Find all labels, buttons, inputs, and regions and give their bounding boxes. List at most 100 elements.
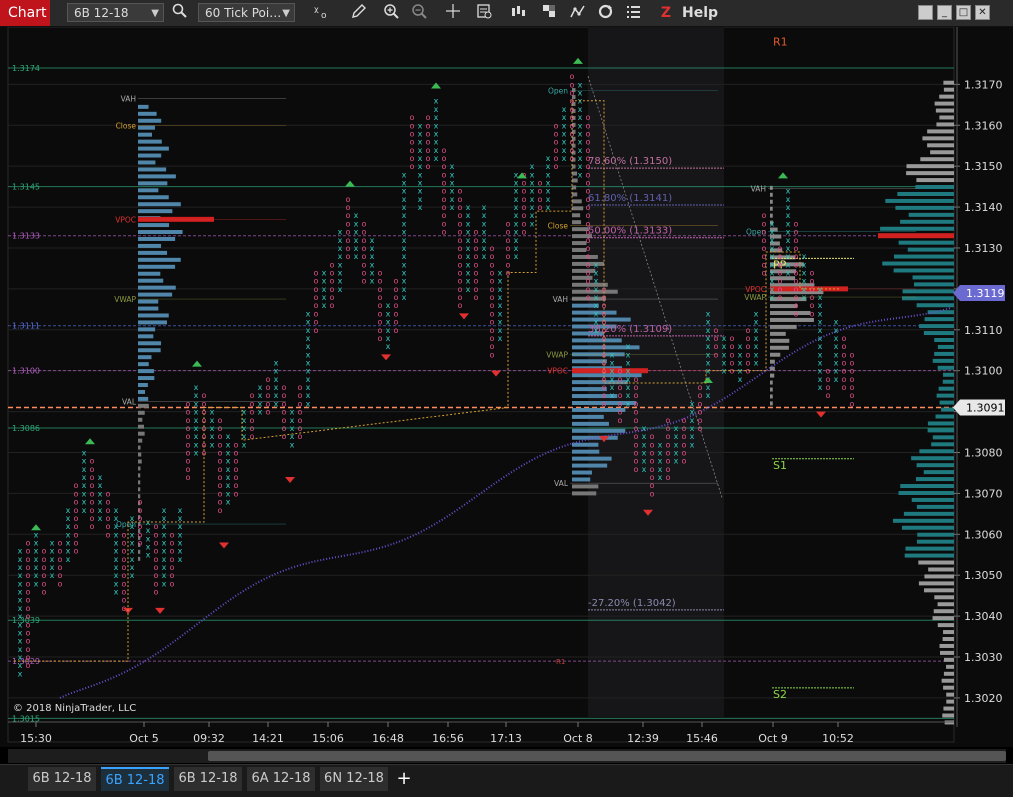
time-tick-label: Oct 8 — [563, 732, 593, 745]
pnf-o-box: o — [618, 408, 623, 417]
chart-scrollbar[interactable] — [8, 749, 1006, 763]
pnf-o-box: o — [250, 408, 255, 417]
composite-profile-bar — [946, 699, 954, 704]
pnf-x-box: x — [386, 334, 391, 343]
pnf-o-box: o — [586, 129, 591, 138]
pnf-x-box: x — [434, 154, 439, 163]
pencil-icon[interactable] — [349, 3, 369, 23]
pnf-x-box: x — [178, 555, 183, 564]
pnf-x-box: x — [402, 285, 407, 294]
pnf-o-box: o — [90, 481, 95, 490]
add-tab-button[interactable]: + — [393, 767, 415, 791]
pnf-o-box: o — [650, 448, 655, 457]
composite-profile-bar — [943, 80, 954, 85]
pnf-x-box: x — [82, 506, 87, 515]
pnf-x-box: x — [50, 571, 55, 580]
pnf-o-box: o — [394, 326, 399, 335]
profile-bar — [138, 417, 143, 422]
list-icon[interactable] — [623, 3, 643, 23]
pnf-o-box: o — [458, 244, 463, 253]
window-icon[interactable] — [918, 5, 933, 20]
pnf-x-box: x — [354, 252, 359, 261]
maximize-icon[interactable]: □ — [956, 5, 971, 20]
pnf-o-box: o — [74, 506, 79, 515]
indicator-icon[interactable] — [567, 3, 587, 23]
fib-label: 78.60% (1.3150) — [588, 156, 672, 167]
pnf-o-box: o — [234, 448, 239, 457]
pnf-x-box: x — [802, 252, 807, 261]
instrument-selector[interactable]: 6B 12-18 ▼ — [67, 3, 164, 22]
pnf-o-box: o — [522, 203, 527, 212]
tab-6n[interactable]: 6N 12-18 — [320, 767, 388, 791]
pnf-o-box: o — [810, 293, 815, 302]
profile-label: Open — [548, 86, 568, 95]
profile-label: Close — [548, 221, 569, 230]
composite-profile-bar — [935, 414, 954, 419]
pnf-x-box: x — [546, 187, 551, 196]
profile-bar — [138, 160, 156, 165]
pnf-o-box: o — [586, 146, 591, 155]
pnf-o-box: o — [186, 408, 191, 417]
pnf-x-box: x — [818, 375, 823, 384]
zoom-in-icon[interactable] — [381, 3, 401, 23]
pnf-o-box: o — [186, 457, 191, 466]
pnf-x-box: x — [642, 424, 647, 433]
pnf-o-box: o — [474, 228, 479, 237]
minimize-icon[interactable]: _ — [937, 5, 952, 20]
pnf-o-box: o — [490, 285, 495, 294]
bars-x-icon[interactable]: ᵡo — [312, 3, 332, 23]
pnf-x-box: x — [466, 236, 471, 245]
scrollbar-thumb[interactable] — [208, 751, 1006, 761]
magnifier-icon[interactable] — [170, 3, 190, 23]
pnf-x-box: x — [402, 170, 407, 179]
pnf-x-box: x — [322, 277, 327, 286]
pnf-x-box: x — [690, 416, 695, 425]
pnf-x-box: x — [434, 146, 439, 155]
pnf-o-box: o — [682, 457, 687, 466]
tab-6b-3[interactable]: 6B 12-18 — [174, 767, 242, 791]
pnf-o-box: o — [218, 489, 223, 498]
profile-label: VPOC — [547, 367, 568, 376]
help-menu[interactable]: Help — [682, 3, 718, 23]
pnf-o-box: o — [186, 432, 191, 441]
pnf-x-box: x — [162, 522, 167, 531]
pnf-o-box: o — [314, 269, 319, 278]
data-box-icon[interactable] — [474, 3, 494, 23]
tab-6a[interactable]: 6A 12-18 — [247, 767, 315, 791]
strategy-icon[interactable] — [539, 3, 559, 23]
instrument-tabs: 6B 12-18 6B 12-18 6B 12-18 6A 12-18 6N 1… — [0, 764, 1013, 797]
refresh-icon[interactable] — [595, 3, 615, 23]
pnf-o-box: o — [170, 579, 175, 588]
composite-profile-bar — [900, 484, 954, 489]
pnf-o-box: o — [650, 465, 655, 474]
crosshair-icon[interactable] — [443, 3, 463, 23]
pnf-x-box: x — [18, 612, 23, 621]
chart-style-icon[interactable] — [508, 3, 528, 23]
pnf-x-box: x — [546, 195, 551, 204]
pnf-o-box: o — [106, 506, 111, 515]
tab-6b-2[interactable]: 6B 12-18 — [101, 767, 169, 791]
pnf-o-box: o — [266, 391, 271, 400]
pnf-o-box: o — [650, 481, 655, 490]
composite-profile-bar — [900, 219, 954, 224]
pnf-o-box: o — [122, 547, 127, 556]
zoom-out-icon[interactable] — [409, 3, 429, 23]
point-figure-chart[interactable]: 1.3174 1.3145 1.3133 1.3111 1.3100 1.3086 1.30… — [0, 26, 1013, 747]
profile-bar — [138, 125, 155, 130]
pnf-o-box: o — [474, 260, 479, 269]
pnf-o-box: o — [90, 522, 95, 531]
pnf-x-box: x — [514, 203, 519, 212]
tab-6b-1[interactable]: 6B 12-18 — [28, 767, 96, 791]
pnf-x-box: x — [162, 563, 167, 572]
close-icon[interactable]: ✕ — [975, 5, 990, 20]
pnf-x-box: x — [338, 260, 343, 269]
pnf-o-box: o — [794, 269, 799, 278]
z-order-icon[interactable]: Z — [656, 3, 676, 23]
pnf-x-box: x — [114, 563, 119, 572]
pnf-o-box: o — [298, 424, 303, 433]
pnf-x-box: x — [578, 129, 583, 138]
pnf-o-box: o — [698, 399, 703, 408]
chart-panel[interactable]: 1.3174 1.3145 1.3133 1.3111 1.3100 1.3086 1.30… — [0, 26, 1013, 747]
profile-bar — [138, 410, 145, 415]
bar-type-selector[interactable]: 60 Tick Poi… ▼ — [198, 3, 295, 22]
